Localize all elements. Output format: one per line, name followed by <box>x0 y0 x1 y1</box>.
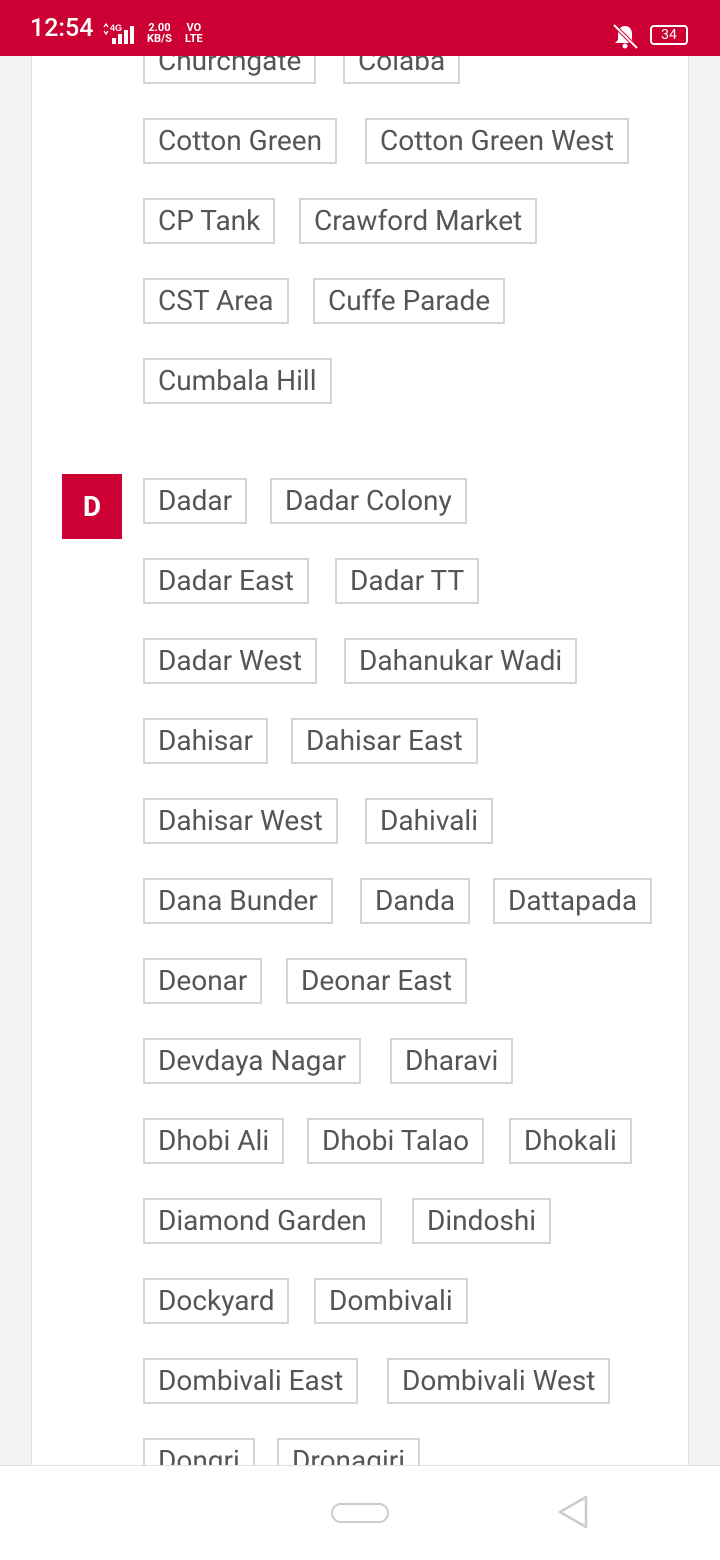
section-letter-d: D <box>62 474 122 539</box>
locality-chip-devdaya-nagar[interactable]: Devdaya Nagar <box>143 1038 362 1084</box>
locality-chip-diamond-garden[interactable]: Diamond Garden <box>143 1198 382 1244</box>
signal-icon: 4G <box>103 23 134 44</box>
battery-icon: 34 <box>650 25 688 45</box>
locality-chip-dindoshi[interactable]: Dindoshi <box>412 1198 552 1244</box>
volte-bottom-label: LTE <box>185 32 203 45</box>
locality-chip-dharavi[interactable]: Dharavi <box>390 1038 514 1084</box>
locality-list-card: Churchgate Colaba Cotton Green Cotton Gr… <box>31 56 689 1465</box>
locality-chip-churchgate[interactable]: Churchgate <box>143 56 317 84</box>
locality-chip-colaba[interactable]: Colaba <box>343 56 461 84</box>
network-speed-unit: KB/S <box>147 32 172 45</box>
locality-chip-dattapada[interactable]: Dattapada <box>493 878 653 924</box>
locality-chip-dadar-colony[interactable]: Dadar Colony <box>270 478 467 524</box>
locality-chip-dockyard[interactable]: Dockyard <box>143 1278 290 1324</box>
locality-chip-dadar[interactable]: Dadar <box>143 478 248 524</box>
network-type-label: 4G <box>110 23 122 33</box>
locality-chip-dahanukar-wadi[interactable]: Dahanukar Wadi <box>344 638 578 684</box>
locality-chip-danda[interactable]: Danda <box>360 878 471 924</box>
system-nav-bar <box>0 1465 720 1560</box>
locality-chip-dhobi-ali[interactable]: Dhobi Ali <box>143 1118 285 1164</box>
locality-chip-dombivali[interactable]: Dombivali <box>314 1278 468 1324</box>
locality-chip-dana-bunder[interactable]: Dana Bunder <box>143 878 333 924</box>
volte-indicator: VO LTE <box>185 22 203 44</box>
locality-chip-dadar-west[interactable]: Dadar West <box>143 638 317 684</box>
locality-chip-dahisar-east[interactable]: Dahisar East <box>291 718 478 764</box>
locality-chip-cst-area[interactable]: CST Area <box>143 278 289 324</box>
locality-chip-cp-tank[interactable]: CP Tank <box>143 198 276 244</box>
network-speed: 2.00 KB/S <box>147 22 172 44</box>
home-button[interactable] <box>331 1503 389 1523</box>
locality-chip-dhokali[interactable]: Dhokali <box>509 1118 632 1164</box>
back-icon[interactable] <box>557 1494 589 1530</box>
locality-chip-cumbala-hill[interactable]: Cumbala Hill <box>143 358 332 404</box>
locality-chip-cuffe-parade[interactable]: Cuffe Parade <box>313 278 506 324</box>
locality-chip-dadar-east[interactable]: Dadar East <box>143 558 309 604</box>
locality-chip-dhobi-talao[interactable]: Dhobi Talao <box>307 1118 485 1164</box>
locality-chip-cotton-green[interactable]: Cotton Green <box>143 118 338 164</box>
locality-chip-dronagiri[interactable]: Dronagiri <box>277 1438 421 1465</box>
locality-chip-deonar-east[interactable]: Deonar East <box>286 958 468 1004</box>
locality-chip-crawford-market[interactable]: Crawford Market <box>299 198 538 244</box>
locality-chip-deonar[interactable]: Deonar <box>143 958 263 1004</box>
locality-chip-dombivali-west[interactable]: Dombivali West <box>387 1358 611 1404</box>
locality-chip-dahivali[interactable]: Dahivali <box>365 798 494 844</box>
locality-chip-dombivali-east[interactable]: Dombivali East <box>143 1358 359 1404</box>
locality-chip-dongri[interactable]: Dongri <box>143 1438 255 1465</box>
locality-chip-dahisar-west[interactable]: Dahisar West <box>143 798 338 844</box>
mute-bell-icon <box>612 23 639 50</box>
status-bar: 12:54 4G 2.00 KB/S VO LTE 34 <box>0 0 720 56</box>
locality-chip-dahisar[interactable]: Dahisar <box>143 718 269 764</box>
locality-chip-dadar-tt[interactable]: Dadar TT <box>335 558 480 604</box>
status-time: 12:54 <box>30 14 94 43</box>
locality-chip-cotton-green-west[interactable]: Cotton Green West <box>365 118 629 164</box>
